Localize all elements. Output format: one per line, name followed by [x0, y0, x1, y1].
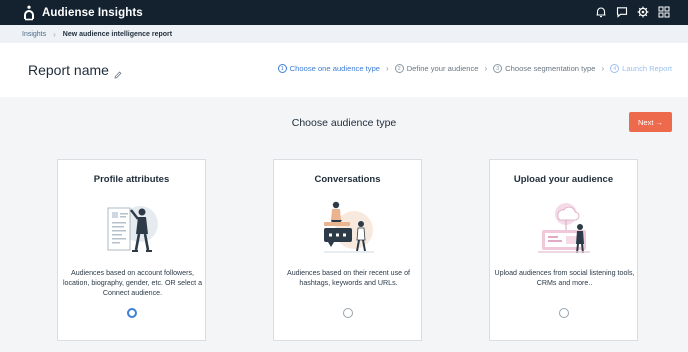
step-define-audience[interactable]: 2 Define your audience	[394, 64, 479, 73]
step-choose-audience-type[interactable]: 1 Choose one audience type	[277, 64, 381, 73]
breadcrumb-link-insights[interactable]: Insights	[22, 31, 46, 38]
card-title: Upload your audience	[513, 174, 614, 185]
step-number: 2	[394, 64, 404, 73]
step-choose-segmentation-type[interactable]: 3 Choose segmentation type	[493, 64, 596, 73]
step-label: Choose segmentation type	[505, 64, 596, 73]
gear-icon[interactable]	[636, 5, 649, 18]
conversations-illustration	[318, 200, 378, 256]
chevron-right-icon: ›	[386, 64, 389, 73]
step-launch-report[interactable]: 4 Launch Report	[610, 64, 672, 73]
card-title: Conversations	[314, 174, 381, 185]
bell-icon[interactable]	[594, 5, 607, 18]
apps-grid-icon[interactable]	[657, 5, 670, 18]
chevron-right-icon: ›	[53, 29, 56, 39]
section-title: Choose audience type	[291, 117, 397, 129]
card-description: Upload audiences from social listening t…	[494, 269, 635, 287]
audience-type-card-upload-audience[interactable]: Upload your audience Upload audiences fr…	[489, 159, 638, 341]
audience-type-card-conversations[interactable]: Conversations Audiences based on their r…	[273, 159, 422, 341]
step-label: Define your audience	[406, 64, 479, 73]
app-logo[interactable]: Audiense Insights	[22, 5, 143, 21]
audiense-logo-icon	[22, 5, 36, 21]
radio-button[interactable]	[343, 308, 353, 318]
chat-icon[interactable]	[615, 5, 628, 18]
next-button[interactable]: Next →	[629, 112, 672, 132]
profile-attributes-illustration	[102, 200, 162, 256]
report-name-text: Report name	[28, 62, 109, 78]
step-label: Launch Report	[622, 64, 672, 73]
step-number: 4	[610, 64, 620, 73]
radio-button-selected[interactable]	[127, 308, 137, 318]
progress-steps: 1 Choose one audience type › 2 Define yo…	[277, 64, 672, 73]
report-name: Report name	[28, 62, 122, 79]
step-number: 1	[277, 64, 287, 73]
pencil-icon[interactable]	[114, 66, 122, 79]
card-description: Audiences based on account followers, lo…	[62, 269, 203, 297]
chevron-right-icon: ›	[484, 64, 488, 73]
app-title: Audiense Insights	[42, 6, 143, 19]
breadcrumb: Insights › New audience intelligence rep…	[0, 25, 688, 43]
radio-button[interactable]	[559, 308, 569, 318]
card-description: Audiences based on their recent use of h…	[286, 269, 411, 287]
report-header: Report name 1 Choose one audience type ›…	[0, 43, 688, 97]
card-title: Profile attributes	[93, 174, 170, 185]
breadcrumb-current: New audience intelligence report	[62, 30, 173, 38]
audience-type-card-profile-attributes[interactable]: Profile attributes Audiences based on ac…	[57, 159, 206, 341]
top-navigation-bar: Audiense Insights	[0, 0, 688, 25]
step-number: 3	[493, 64, 503, 73]
upload-audience-illustration	[534, 200, 594, 256]
chevron-right-icon: ›	[601, 64, 605, 73]
step-label: Choose one audience type	[289, 64, 381, 73]
